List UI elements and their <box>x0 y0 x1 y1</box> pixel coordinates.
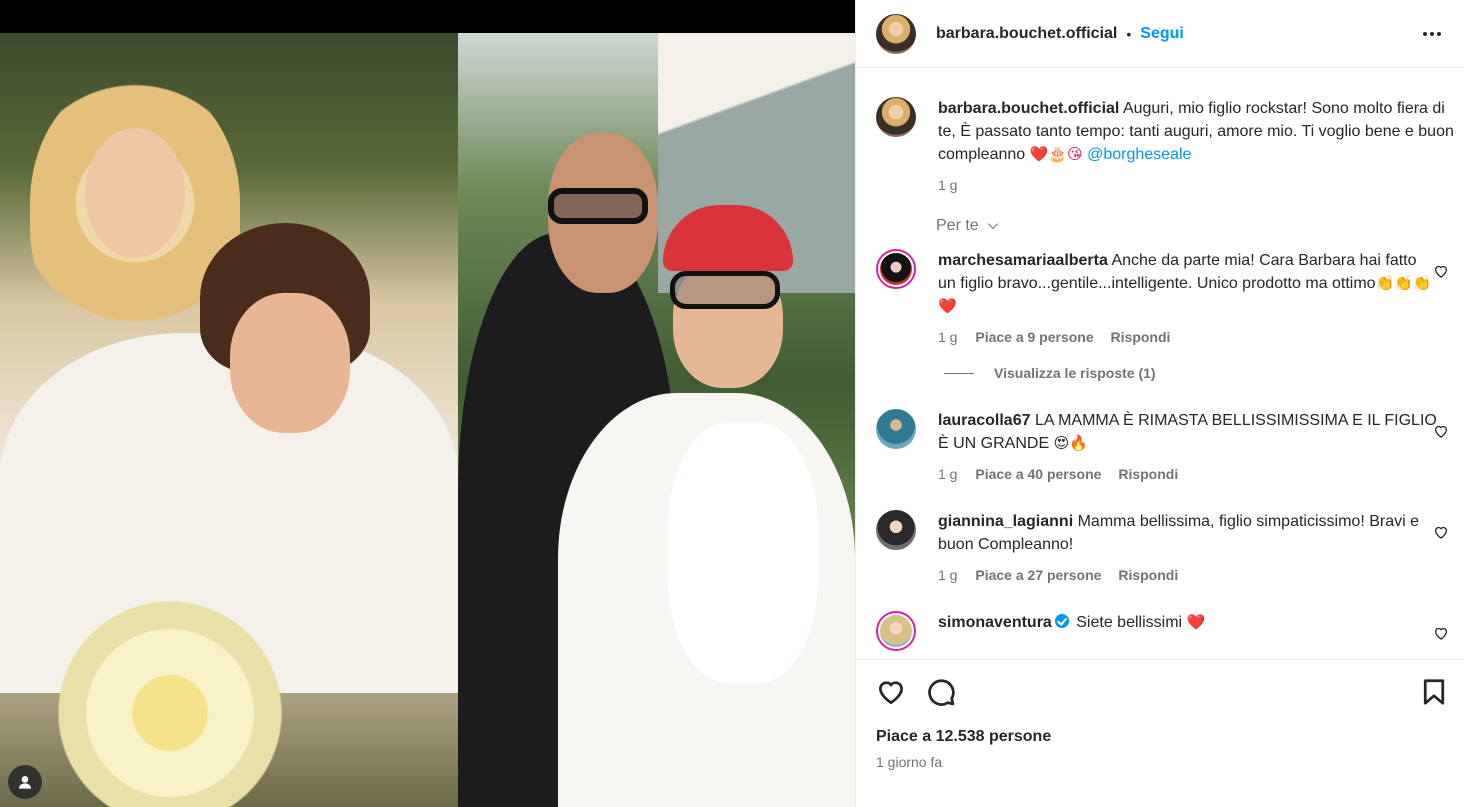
comment-username[interactable]: simonaventura <box>938 614 1052 631</box>
caption-emojis: ❤️🎂😘 <box>1029 145 1083 163</box>
verified-badge-icon <box>1054 614 1069 628</box>
comment-avatar[interactable] <box>876 510 916 550</box>
bookmark-icon[interactable] <box>1419 677 1449 707</box>
comment-username[interactable]: marchesamariaalberta <box>938 252 1108 269</box>
comment-avatar[interactable] <box>876 249 916 289</box>
reply-button[interactable]: Rispondi <box>1118 567 1178 583</box>
comment-item: simonaventura Siete bellissimi ❤️ <box>876 611 1449 651</box>
post-photo-right <box>458 33 855 807</box>
comment-username[interactable]: lauracolla67 <box>938 412 1031 429</box>
post-header: barbara.bouchet.official • Segui <box>856 0 1464 68</box>
comment-emojis: ❤️ <box>1186 613 1206 631</box>
comment-heart-icon[interactable] <box>1433 263 1449 279</box>
author-username[interactable]: barbara.bouchet.official <box>936 25 1117 43</box>
comment-avatar[interactable] <box>876 409 916 449</box>
more-horizontal-icon[interactable] <box>1416 18 1448 50</box>
comment-likes[interactable]: Piace a 40 persone <box>975 466 1101 482</box>
caption-username[interactable]: barbara.bouchet.official <box>938 100 1119 117</box>
comment-time[interactable]: 1 g <box>938 466 957 482</box>
post-photo-left <box>0 33 458 807</box>
caption-avatar[interactable] <box>876 97 916 137</box>
comment-text: Siete bellissimi <box>1071 614 1187 631</box>
chevron-down-icon <box>987 223 998 230</box>
view-replies-button[interactable]: Visualizza le risposte (1) <box>944 365 1449 381</box>
user-tag-icon[interactable] <box>8 765 42 799</box>
caption-mention[interactable]: @borgheseale <box>1087 146 1191 163</box>
comment-avatar[interactable] <box>876 611 916 651</box>
comment-emojis: 😍🔥 <box>1053 434 1088 452</box>
likes-count[interactable]: Piace a 12.538 persone <box>876 728 1449 746</box>
reply-button[interactable]: Rispondi <box>1111 329 1171 345</box>
comment-heart-icon[interactable] <box>1433 423 1449 439</box>
heart-icon[interactable] <box>876 677 906 707</box>
author-avatar[interactable] <box>876 13 916 54</box>
post-caption: barbara.bouchet.official Auguri, mio fig… <box>876 97 1454 193</box>
follow-button[interactable]: Segui <box>1140 25 1184 43</box>
post-media[interactable] <box>0 0 855 807</box>
comment-icon[interactable] <box>926 677 956 707</box>
comment-item: giannina_lagianni Mamma bellissima, figl… <box>876 510 1449 583</box>
comment-heart-icon[interactable] <box>1433 625 1449 641</box>
comment-item: lauracolla67 LA MAMMA È RIMASTA BELLISSI… <box>876 409 1449 482</box>
sort-for-you[interactable]: Per te <box>936 217 1449 235</box>
comment-item: marchesamariaalberta Anche da parte mia!… <box>876 249 1449 345</box>
comment-time[interactable]: 1 g <box>938 567 957 583</box>
comment-likes[interactable]: Piace a 9 persone <box>975 329 1093 345</box>
post-panel: barbara.bouchet.official • Segui barbara… <box>855 0 1464 807</box>
post-time[interactable]: 1 giorno fa <box>876 754 1449 770</box>
comment-heart-icon[interactable] <box>1433 524 1449 540</box>
reply-button[interactable]: Rispondi <box>1118 466 1178 482</box>
comment-username[interactable]: giannina_lagianni <box>938 513 1073 530</box>
separator-dot: • <box>1126 25 1132 42</box>
post-actions: Piace a 12.538 persone 1 giorno fa <box>856 659 1464 807</box>
view-replies-label: Visualizza le risposte (1) <box>994 365 1156 381</box>
comment-likes[interactable]: Piace a 27 persone <box>975 567 1101 583</box>
comments-list[interactable]: barbara.bouchet.official Auguri, mio fig… <box>856 68 1464 659</box>
comment-time[interactable]: 1 g <box>938 329 957 345</box>
for-you-label: Per te <box>936 217 979 234</box>
caption-time[interactable]: 1 g <box>938 177 957 193</box>
